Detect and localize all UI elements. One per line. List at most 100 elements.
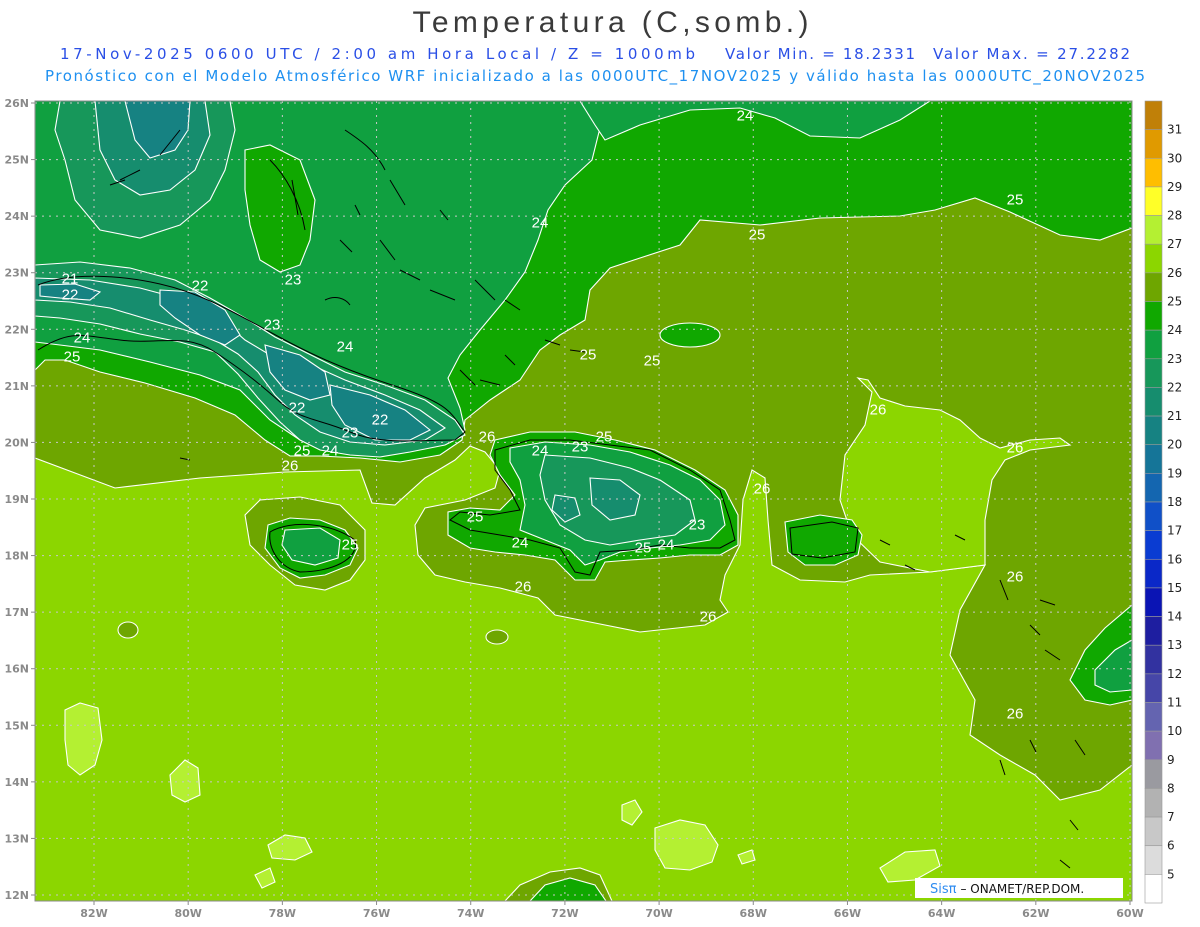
- contour-label: 23: [285, 272, 302, 289]
- contour-label: 26: [1007, 440, 1024, 457]
- colorbar-swatch: [1144, 272, 1163, 302]
- longitude-label: 80W: [174, 907, 201, 920]
- contour-label: 24: [337, 339, 354, 356]
- colorbar-swatch: [1144, 473, 1163, 503]
- contour-label: 25: [580, 347, 597, 364]
- colorbar-swatch: [1144, 874, 1163, 904]
- longitude-label: 76W: [363, 907, 390, 920]
- latitude-label: 13N: [4, 832, 29, 845]
- colorbar-swatch: [1144, 788, 1163, 818]
- contour-label: 24: [532, 443, 549, 460]
- longitude-label: 70W: [645, 907, 672, 920]
- colorbar-swatch: [1144, 100, 1163, 130]
- colorbar-tick-label: 13: [1167, 638, 1182, 652]
- longitude-label: 64W: [928, 907, 955, 920]
- colorbar-tick-label: 25: [1167, 295, 1182, 309]
- colorbar-swatch: [1144, 587, 1163, 617]
- colorbar-swatch: [1144, 530, 1163, 560]
- subtitle-max-value: Valor Max. = 27.2282: [933, 45, 1130, 63]
- colorbar-tick-label: 30: [1167, 151, 1182, 165]
- colorbar-swatch: [1144, 186, 1163, 216]
- credit-text: Sisπ – ONAMET/REP.DOM.: [930, 880, 1084, 897]
- colorbar-tick-label: 15: [1167, 581, 1182, 595]
- latitude-label: 21N: [4, 380, 29, 393]
- latitude-label: 14N: [4, 776, 29, 789]
- colorbar-tick-label: 14: [1167, 610, 1182, 624]
- contour-label: 26: [754, 481, 771, 498]
- colorbar-tick-label: 9: [1167, 753, 1175, 767]
- colorbar-tick-label: 29: [1167, 180, 1182, 194]
- subtitle-model-info: Pronóstico con el Modelo Atmosférico WRF…: [45, 67, 1145, 86]
- colorbar-swatch: [1144, 816, 1163, 847]
- credit-brand-logo: Sisπ: [930, 882, 957, 897]
- forecast-map-figure: Temperatura (C,somb.) 17-Nov-2025 0600 U…: [4, 6, 1182, 920]
- contour-label: 25: [749, 227, 766, 244]
- subtitle-min-value: Valor Min. = 18.2331: [725, 45, 915, 63]
- contour-label: 26: [1007, 569, 1024, 586]
- contour-label: 22: [372, 412, 389, 429]
- colorbar-swatch: [1144, 301, 1163, 331]
- colorbar-swatch: [1144, 387, 1163, 417]
- longitude-label: 82W: [80, 907, 107, 920]
- colorbar-swatch: [1144, 444, 1163, 474]
- latitude-label: 15N: [4, 719, 29, 732]
- colorbar-swatch: [1144, 415, 1163, 446]
- contour-label: 26: [282, 458, 299, 475]
- contour-label: 24: [322, 443, 339, 460]
- colorbar-tick-label: 23: [1167, 352, 1182, 366]
- colorbar-swatch: [1144, 358, 1163, 388]
- temp-region-25-26: [485, 629, 509, 645]
- contour-label: 25: [635, 540, 652, 557]
- colorbar-tick-label: 8: [1167, 781, 1175, 795]
- colorbar-tick-label: 17: [1167, 524, 1182, 538]
- colorbar-swatch: [1144, 616, 1163, 646]
- colorbar-swatch: [1144, 215, 1163, 245]
- colorbar-swatch: [1144, 157, 1163, 188]
- contour-label: 26: [700, 609, 717, 626]
- contour-label: 23: [264, 317, 281, 334]
- contour-label: 22: [289, 400, 306, 417]
- credit-organization: – ONAMET/REP.DOM.: [960, 882, 1084, 896]
- longitude-label: 62W: [1022, 907, 1049, 920]
- contour-label: 23: [572, 439, 589, 456]
- contour-label: 23: [342, 425, 359, 442]
- colorbar-tick-label: 27: [1167, 237, 1182, 251]
- colorbar-swatch: [1144, 129, 1163, 159]
- colorbar-tick-label: 18: [1167, 495, 1182, 509]
- colorbar-tick-label: 16: [1167, 552, 1182, 566]
- colorbar-swatch: [1144, 673, 1163, 703]
- contour-label: 24: [658, 537, 675, 554]
- latitude-label: 17N: [4, 606, 29, 619]
- latitude-label: 22N: [4, 323, 29, 336]
- contour-label: 25: [64, 349, 81, 366]
- colorbar-tick-label: 31: [1167, 123, 1182, 137]
- contour-label: 26: [479, 429, 496, 446]
- latitude-label: 23N: [4, 267, 29, 280]
- colorbar-tick-label: 22: [1167, 380, 1182, 394]
- colorbar-tick-label: 10: [1167, 724, 1182, 738]
- colorbar-swatch: [1144, 243, 1163, 274]
- colorbar-tick-label: 19: [1167, 466, 1182, 480]
- temp-region-25-26: [117, 621, 139, 639]
- credit-box: Sisπ – ONAMET/REP.DOM.: [915, 878, 1123, 898]
- colorbar-tick-label: 20: [1167, 438, 1182, 452]
- colorbar-swatch: [1144, 558, 1163, 589]
- longitude-label: 78W: [269, 907, 296, 920]
- colorbar-tick-label: 21: [1167, 409, 1182, 423]
- latitude-label: 16N: [4, 663, 29, 676]
- colorbar-swatch: [1144, 644, 1163, 675]
- map-title: Temperatura (C,somb.): [413, 6, 810, 39]
- contour-label: 26: [1007, 706, 1024, 723]
- contour-label: 24: [512, 535, 529, 552]
- latitude-label: 12N: [4, 889, 29, 902]
- longitude-label: 72W: [551, 907, 578, 920]
- contour-label: 22: [62, 287, 79, 304]
- contour-label: 21: [62, 271, 79, 288]
- colorbar-tick-label: 5: [1167, 867, 1175, 881]
- longitude-label: 68W: [740, 907, 767, 920]
- contour-label: 25: [342, 537, 359, 554]
- latitude-label: 18N: [4, 550, 29, 563]
- colorbar-tick-label: 12: [1167, 667, 1182, 681]
- colorbar-swatch: [1144, 759, 1163, 789]
- colorbar-swatch: [1144, 501, 1163, 531]
